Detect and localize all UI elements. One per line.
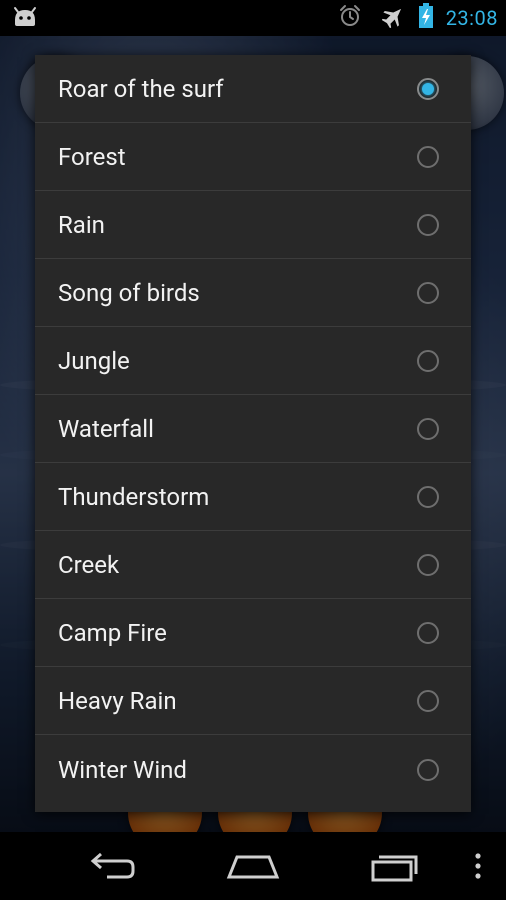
status-icons: 23:08 xyxy=(338,0,498,36)
option-waterfall[interactable]: Waterfall xyxy=(35,395,471,463)
radio-button[interactable] xyxy=(417,349,439,372)
radio-button[interactable] xyxy=(417,417,439,440)
option-roar-of-the-surf[interactable]: Roar of the surf xyxy=(35,55,471,123)
option-label: Camp Fire xyxy=(58,618,167,647)
option-label: Thunderstorm xyxy=(58,482,210,511)
option-label: Forest xyxy=(58,142,126,171)
option-creek[interactable]: Creek xyxy=(35,531,471,599)
radio-button[interactable] xyxy=(417,621,439,644)
option-label: Song of birds xyxy=(58,278,200,307)
radio-button[interactable] xyxy=(417,553,439,576)
option-label: Waterfall xyxy=(58,414,154,443)
navigation-bar xyxy=(0,832,506,900)
airplane-mode-icon xyxy=(381,4,406,32)
option-label: Rain xyxy=(58,210,105,239)
battery-charging-icon xyxy=(418,3,434,33)
option-label: Creek xyxy=(58,550,120,579)
home-icon[interactable] xyxy=(224,846,282,886)
radio-button[interactable] xyxy=(417,145,439,168)
radio-button[interactable] xyxy=(417,485,439,508)
option-rain[interactable]: Rain xyxy=(35,191,471,259)
screen: 23:08 Roar of the surf Forest Rain Song … xyxy=(0,0,506,900)
option-winter-wind[interactable]: Winter Wind xyxy=(35,735,471,804)
option-forest[interactable]: Forest xyxy=(35,123,471,191)
overflow-menu-icon[interactable] xyxy=(468,846,488,886)
radio-button[interactable] xyxy=(417,281,439,304)
option-heavy-rain[interactable]: Heavy Rain xyxy=(35,667,471,735)
option-label: Heavy Rain xyxy=(58,686,177,715)
radio-button-checked[interactable] xyxy=(417,77,439,100)
option-jungle[interactable]: Jungle xyxy=(35,327,471,395)
option-camp-fire[interactable]: Camp Fire xyxy=(35,599,471,667)
alarm-icon xyxy=(338,4,362,32)
status-time: 23:08 xyxy=(445,6,498,30)
status-bar: 23:08 xyxy=(0,0,506,36)
sound-selection-dialog: Roar of the surf Forest Rain Song of bir… xyxy=(35,55,471,812)
radio-button[interactable] xyxy=(417,758,439,781)
option-label: Winter Wind xyxy=(58,755,187,784)
option-label: Roar of the surf xyxy=(58,74,224,103)
radio-button[interactable] xyxy=(417,213,439,236)
recent-apps-icon[interactable] xyxy=(366,846,422,886)
option-song-of-birds[interactable]: Song of birds xyxy=(35,259,471,327)
radio-button[interactable] xyxy=(417,689,439,712)
back-icon[interactable] xyxy=(84,846,140,886)
option-label: Jungle xyxy=(58,346,130,375)
android-icon xyxy=(12,6,38,30)
option-thunderstorm[interactable]: Thunderstorm xyxy=(35,463,471,531)
